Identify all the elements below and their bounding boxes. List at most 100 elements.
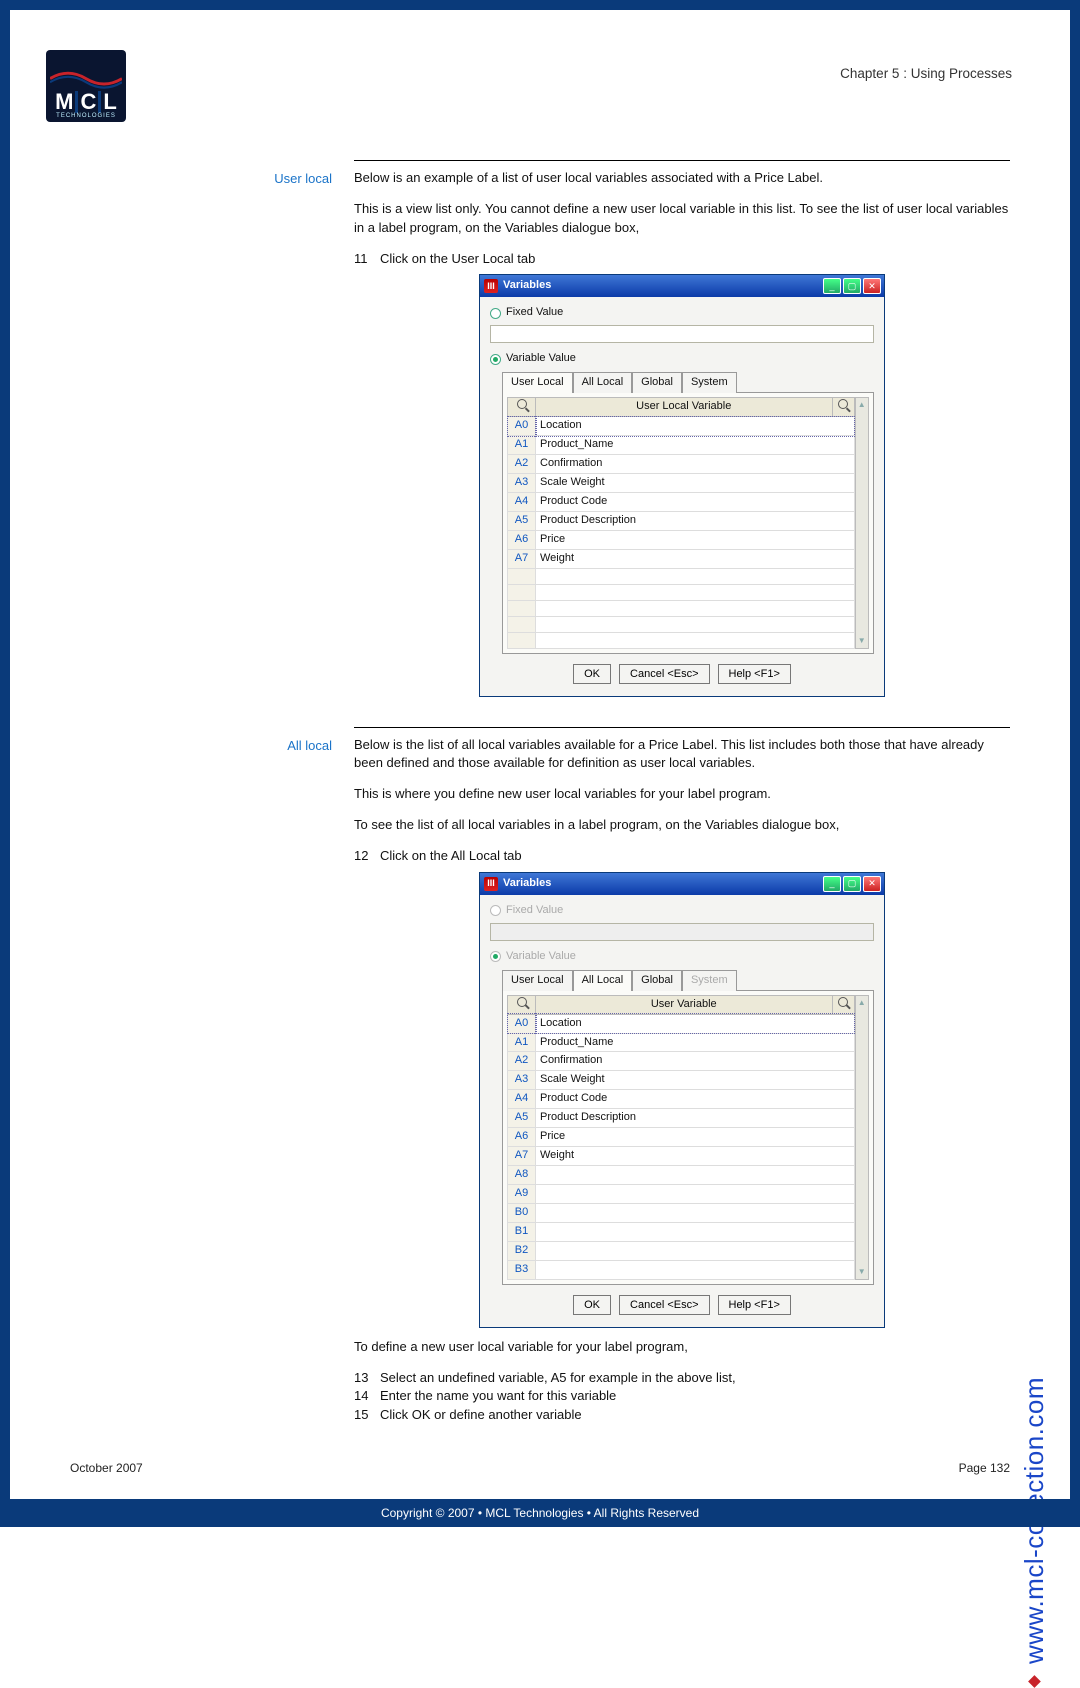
step-text: Click on the All Local tab <box>380 847 522 866</box>
step-14: 14 Enter the name you want for this vari… <box>354 1387 1010 1406</box>
table-row[interactable]: A3Scale Weight <box>508 1071 855 1090</box>
table-row[interactable]: B0 <box>508 1203 855 1222</box>
table-row-empty[interactable] <box>508 584 855 600</box>
table-row[interactable]: A1Product_Name <box>508 1033 855 1052</box>
var-id: B0 <box>508 1203 536 1222</box>
search-icon[interactable] <box>517 399 527 409</box>
tab-all-local[interactable]: All Local <box>573 970 633 991</box>
table-row[interactable]: B1 <box>508 1222 855 1241</box>
var-id: B2 <box>508 1241 536 1260</box>
table-row-empty[interactable] <box>508 600 855 616</box>
var-id: A6 <box>508 530 536 549</box>
table-row[interactable]: B2 <box>508 1241 855 1260</box>
close-icon[interactable]: ✕ <box>863 278 881 294</box>
var-name <box>536 1166 855 1185</box>
user-local-p1: Below is an example of a list of user lo… <box>354 169 1010 188</box>
table-row[interactable]: A7Weight <box>508 549 855 568</box>
maximize-icon[interactable]: ▢ <box>843 278 861 294</box>
dialog-app-icon: III <box>484 279 498 293</box>
tab-all-local[interactable]: All Local <box>573 372 633 393</box>
var-name <box>536 1241 855 1260</box>
search-icon[interactable] <box>517 997 527 1007</box>
radio-variable-value <box>490 951 501 962</box>
radio-fixed-value[interactable] <box>490 308 501 319</box>
var-name: Product_Name <box>536 1033 855 1052</box>
table-row[interactable]: A5Product Description <box>508 1109 855 1128</box>
table-row-empty[interactable] <box>508 616 855 632</box>
table-row[interactable]: A9 <box>508 1185 855 1204</box>
section-label-all-local: All local <box>210 736 332 1425</box>
maximize-icon[interactable]: ▢ <box>843 876 861 892</box>
scrollbar[interactable]: ▲ ▼ <box>855 397 869 648</box>
footer-date: October 2007 <box>70 1461 143 1475</box>
table-row[interactable]: A0Location <box>508 1014 855 1033</box>
table-row[interactable]: A2Confirmation <box>508 455 855 474</box>
close-icon[interactable]: ✕ <box>863 876 881 892</box>
var-name: Location <box>536 1014 855 1033</box>
var-id: A5 <box>508 511 536 530</box>
table-row[interactable]: A7Weight <box>508 1147 855 1166</box>
var-name <box>536 1260 855 1279</box>
tab-global[interactable]: Global <box>632 970 682 991</box>
var-name: Product Code <box>536 492 855 511</box>
variable-value-label: Variable Value <box>506 949 576 965</box>
user-local-p2: This is a view list only. You cannot def… <box>354 200 1010 238</box>
help-button[interactable]: Help <F1> <box>718 664 791 684</box>
table-row[interactable]: B3 <box>508 1260 855 1279</box>
search-icon[interactable] <box>838 399 848 409</box>
section-label-user-local: User local <box>210 169 332 707</box>
dialog2-var-table[interactable]: User Variable A0LocationA1Product_NameA2… <box>507 995 855 1280</box>
table-row[interactable]: A1Product_Name <box>508 436 855 455</box>
table-row[interactable]: A2Confirmation <box>508 1052 855 1071</box>
all-local-tail: To define a new user local variable for … <box>354 1338 1010 1357</box>
radio-variable-value[interactable] <box>490 354 501 365</box>
step-12: 12 Click on the All Local tab <box>354 847 1010 866</box>
dialog-titlebar[interactable]: III Variables _ ▢ ✕ <box>480 275 884 297</box>
table-row[interactable]: A6Price <box>508 1128 855 1147</box>
fixed-value-input[interactable] <box>490 325 874 343</box>
tab-user-local[interactable]: User Local <box>502 970 573 991</box>
ok-button[interactable]: OK <box>573 1295 611 1315</box>
tab-user-local[interactable]: User Local <box>502 372 573 393</box>
var-id: A3 <box>508 1071 536 1090</box>
table-row[interactable]: A5Product Description <box>508 511 855 530</box>
scroll-up-icon[interactable]: ▲ <box>856 996 868 1010</box>
step-num: 12 <box>354 847 380 866</box>
var-id: A4 <box>508 492 536 511</box>
minimize-icon[interactable]: _ <box>823 278 841 294</box>
var-id <box>508 584 536 600</box>
scrollbar[interactable]: ▲ ▼ <box>855 995 869 1280</box>
table-row-empty[interactable] <box>508 632 855 648</box>
var-id <box>508 568 536 584</box>
diamond-icon <box>1030 1676 1040 1686</box>
table-row[interactable]: A3Scale Weight <box>508 473 855 492</box>
scroll-down-icon[interactable]: ▼ <box>856 1265 868 1279</box>
tab-system[interactable]: System <box>682 372 737 393</box>
var-name <box>536 1185 855 1204</box>
ok-button[interactable]: OK <box>573 664 611 684</box>
content-area: User local Below is an example of a list… <box>210 160 1010 1427</box>
table-row-empty[interactable] <box>508 568 855 584</box>
step-13: 13 Select an undefined variable, A5 for … <box>354 1369 1010 1388</box>
table-row[interactable]: A0Location <box>508 417 855 436</box>
page-footer: October 2007 Page 132 <box>70 1461 1010 1475</box>
var-id: B1 <box>508 1222 536 1241</box>
table-row[interactable]: A6Price <box>508 530 855 549</box>
search-icon[interactable] <box>838 997 848 1007</box>
dialog-titlebar[interactable]: III Variables _ ▢ ✕ <box>480 873 884 895</box>
minimize-icon[interactable]: _ <box>823 876 841 892</box>
var-name: Confirmation <box>536 1052 855 1071</box>
var-id <box>508 632 536 648</box>
help-button[interactable]: Help <F1> <box>718 1295 791 1315</box>
tab-global[interactable]: Global <box>632 372 682 393</box>
dialog1-var-table[interactable]: User Local Variable A0LocationA1Product_… <box>507 397 855 648</box>
fixed-value-input <box>490 923 874 941</box>
table-row[interactable]: A4Product Code <box>508 1090 855 1109</box>
table-row[interactable]: A4Product Code <box>508 492 855 511</box>
scroll-down-icon[interactable]: ▼ <box>856 634 868 648</box>
table-row[interactable]: A8 <box>508 1166 855 1185</box>
cancel-button[interactable]: Cancel <Esc> <box>619 664 709 684</box>
cancel-button[interactable]: Cancel <Esc> <box>619 1295 709 1315</box>
var-name: Product Description <box>536 511 855 530</box>
scroll-up-icon[interactable]: ▲ <box>856 398 868 412</box>
